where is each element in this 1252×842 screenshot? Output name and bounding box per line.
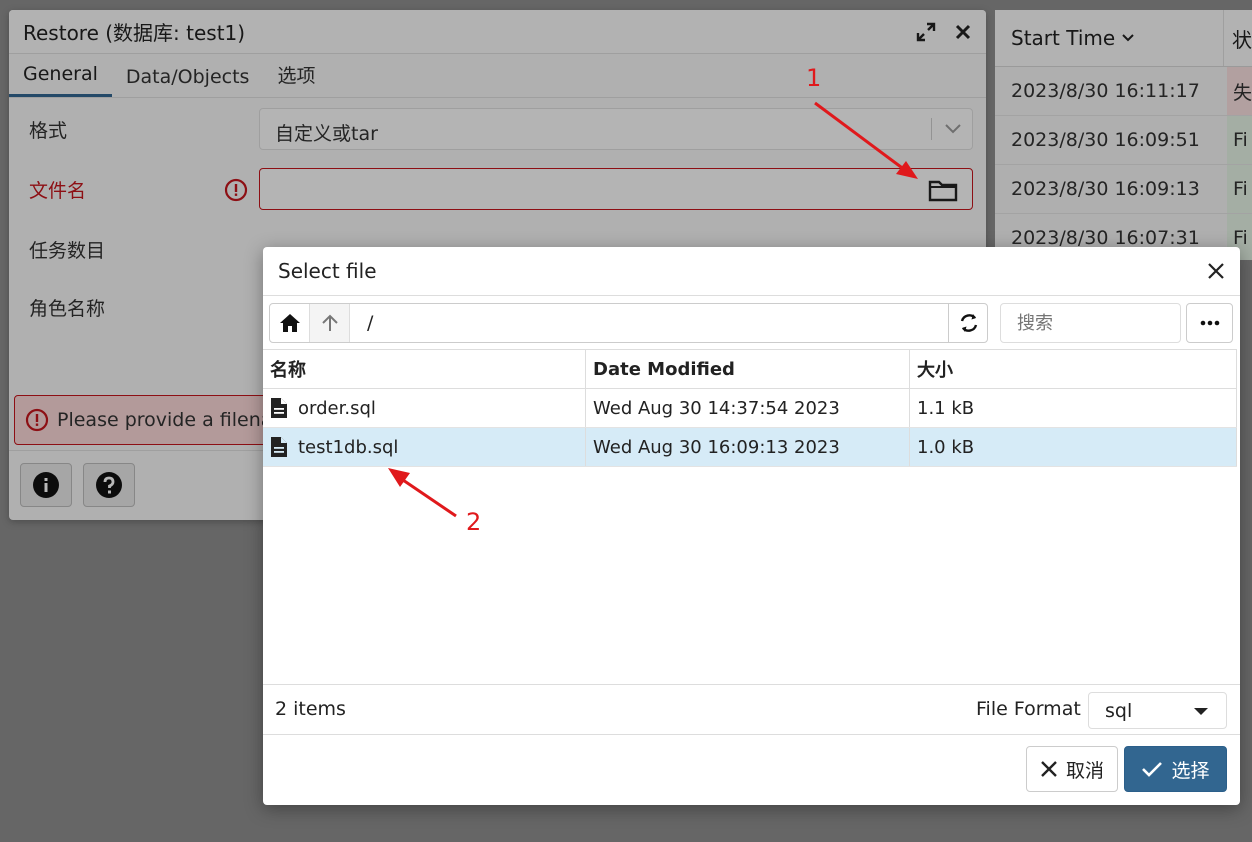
annotation-arrow-2 — [388, 468, 457, 518]
annotation-arrow-1 — [814, 101, 918, 179]
annotation-arrows — [388, 101, 918, 518]
annotation-step-1: 1 — [806, 64, 822, 92]
annotation-step-2: 2 — [466, 508, 482, 536]
